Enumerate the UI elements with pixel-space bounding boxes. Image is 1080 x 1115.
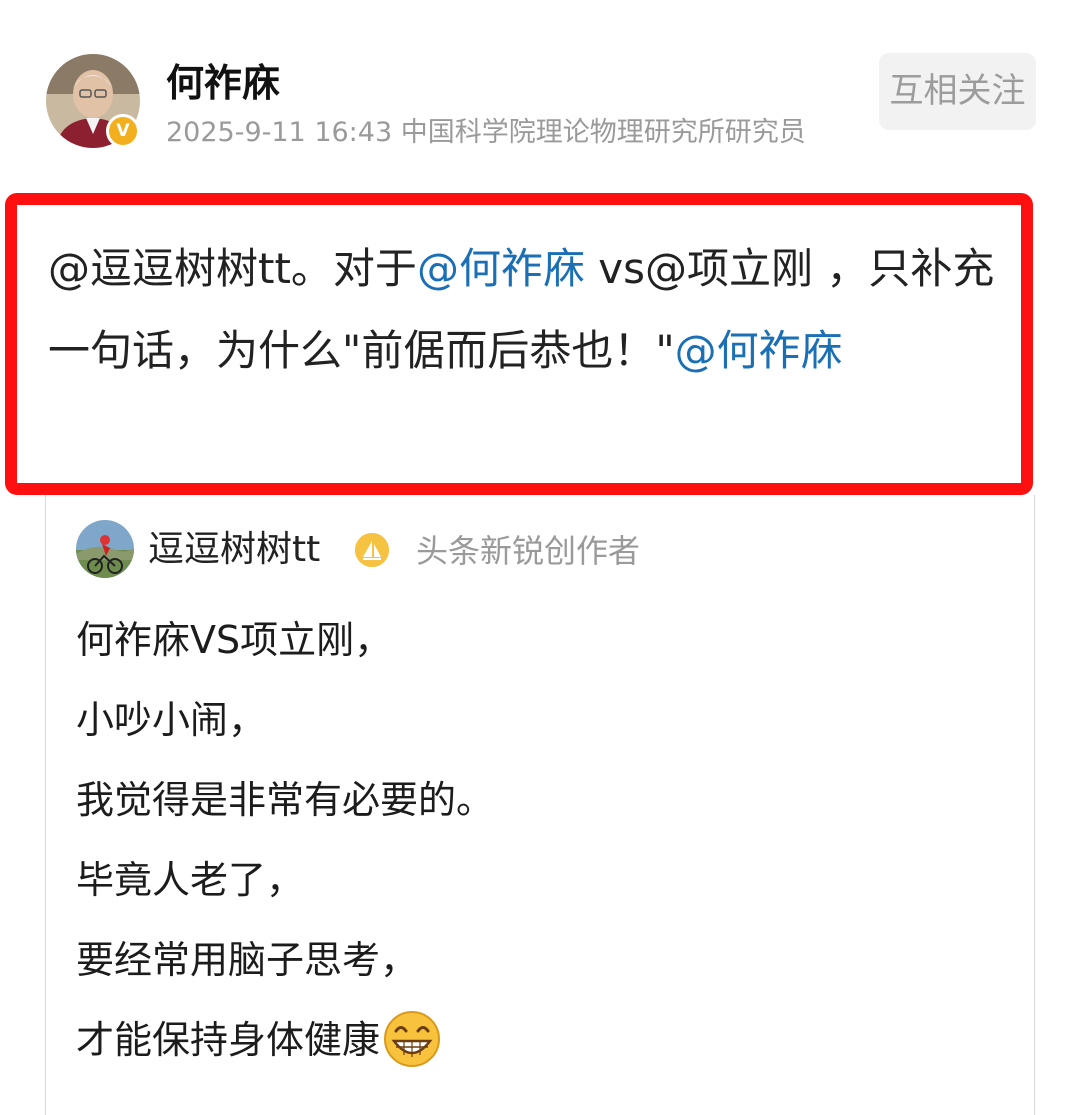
quoted-post-text: 何祚庥VS项立刚， 小吵小闹， 我觉得是非常有必要的。 毕竟人老了， 要经常用脑…: [76, 600, 1006, 1080]
author-name[interactable]: 何祚庥: [166, 58, 280, 108]
quoted-text-line: 何祚庥VS项立刚，: [76, 618, 393, 662]
cyclist-avatar-icon: [76, 520, 134, 578]
verified-badge-icon: V: [106, 114, 140, 148]
post-text-part-1: @逗逗树树tt。对于: [48, 244, 417, 293]
quoted-author-name[interactable]: 逗逗树树tt: [148, 526, 320, 574]
grinning-face-icon: [382, 1009, 442, 1069]
quoted-text-line-last: 才能保持身体健康: [76, 1000, 1006, 1080]
post-meta: 2025-9-11 16:43 中国科学院理论物理研究所研究员: [166, 114, 806, 152]
quoted-author-avatar[interactable]: [76, 520, 134, 578]
creator-badge-icon: [355, 533, 389, 567]
mutual-follow-button[interactable]: 互相关注: [879, 53, 1036, 130]
mention-link[interactable]: @何祚庥: [675, 326, 843, 375]
quoted-text-line: 我觉得是非常有必要的。: [76, 778, 495, 822]
quoted-text-line-content: 才能保持身体健康: [76, 1018, 381, 1062]
quoted-text-line: 要经常用脑子思考，: [76, 938, 419, 982]
author-title: 中国科学院理论物理研究所研究员: [400, 117, 806, 148]
mention-link[interactable]: @何祚庥: [417, 244, 585, 293]
quoted-text-line: 小吵小闹，: [76, 698, 267, 742]
post-body: @逗逗树树tt。对于@何祚庥 vs@项立刚 ，只补充一句话，为什么"前倨而后恭也…: [48, 228, 1013, 392]
post-timestamp: 2025-9-11 16:43: [166, 117, 393, 148]
quoted-author-title: 头条新锐创作者: [416, 532, 641, 570]
quoted-text-line: 毕竟人老了，: [76, 858, 305, 902]
